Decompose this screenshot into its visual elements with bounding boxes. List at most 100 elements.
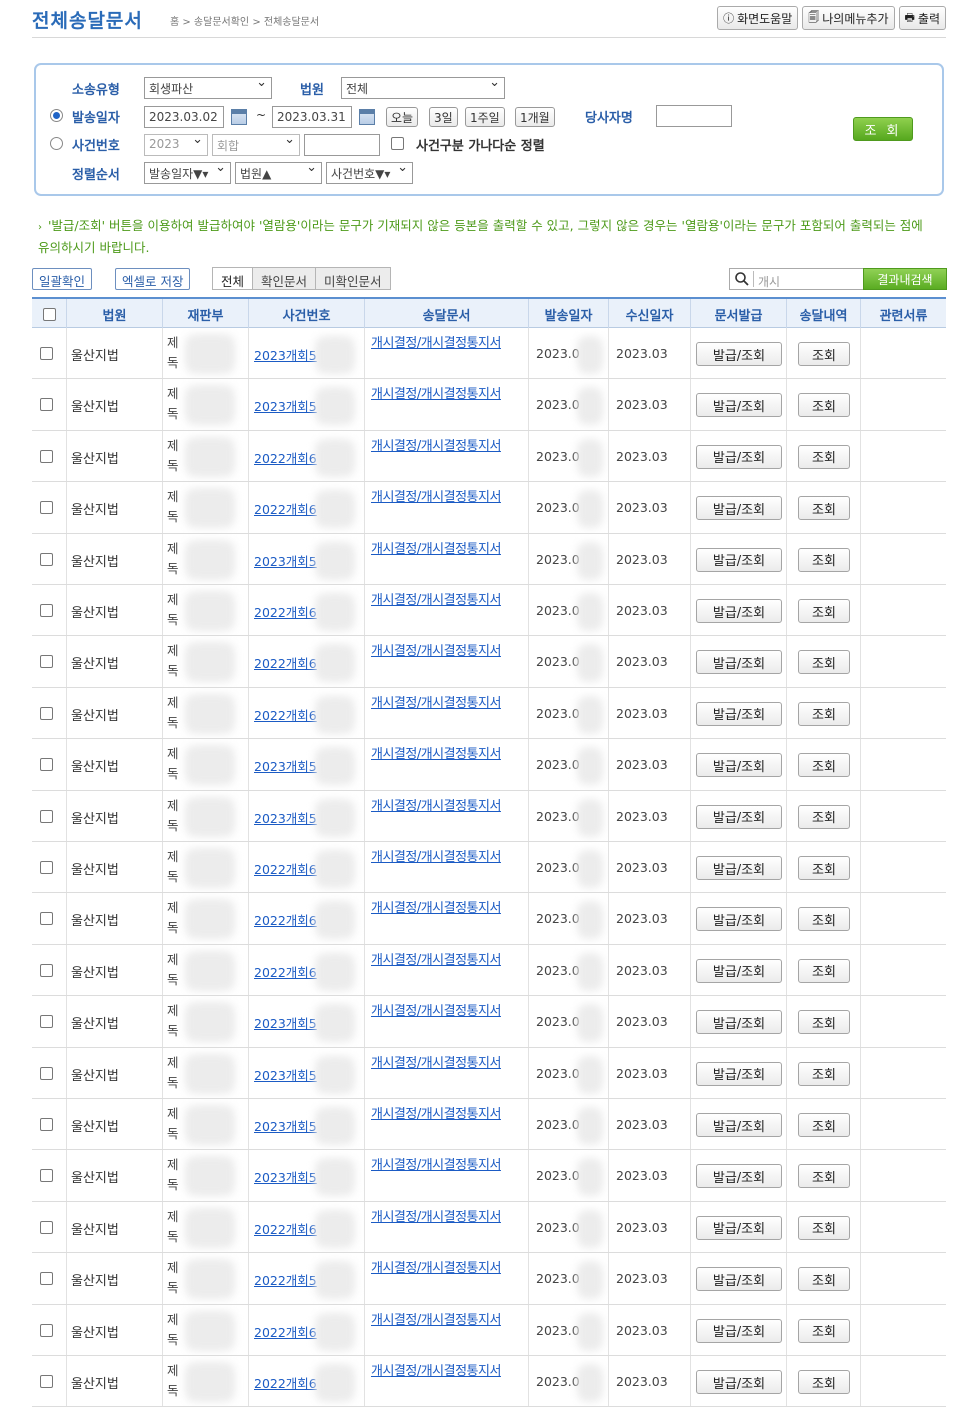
case-number-link[interactable]: 2022개회5 [254, 1270, 317, 1289]
quick-today-button[interactable]: 오늘 [386, 107, 419, 127]
tab-all[interactable]: 전체 [213, 268, 253, 289]
result-filter-input[interactable]: 개시 [729, 268, 864, 290]
issue-view-button[interactable]: 발급/조회 [696, 393, 782, 418]
history-view-button[interactable]: 조회 [798, 804, 850, 829]
document-link[interactable]: 개시결정/개시결정통지서 [371, 951, 523, 971]
issue-view-button[interactable]: 발급/조회 [696, 1318, 782, 1343]
row-checkbox[interactable] [40, 604, 53, 617]
history-view-button[interactable]: 조회 [798, 547, 850, 572]
document-link[interactable]: 개시결정/개시결정통지서 [371, 437, 523, 457]
case-number-link[interactable]: 2022개회6 [254, 859, 317, 878]
row-checkbox[interactable] [40, 347, 53, 360]
history-view-button[interactable]: 조회 [798, 1061, 850, 1086]
document-link[interactable]: 개시결정/개시결정통지서 [371, 1054, 523, 1074]
history-view-button[interactable]: 조회 [798, 650, 850, 675]
history-view-button[interactable]: 조회 [798, 1215, 850, 1240]
document-link[interactable]: 개시결정/개시결정통지서 [371, 385, 523, 405]
case-number-link[interactable]: 2022개회6 [254, 1219, 317, 1238]
issue-view-button[interactable]: 발급/조회 [696, 1113, 782, 1137]
issue-view-button[interactable]: 발급/조회 [696, 804, 782, 829]
case-number-link[interactable]: 2023개회5 [254, 1116, 317, 1135]
case-number-link[interactable]: 2023개회5 [254, 1013, 317, 1032]
row-checkbox[interactable] [40, 1169, 53, 1183]
sort-order-3-select[interactable]: 사건번호▼▾ [326, 162, 413, 184]
issue-view-button[interactable]: 발급/조회 [696, 547, 782, 572]
document-link[interactable]: 개시결정/개시결정통지서 [371, 899, 523, 919]
court-select[interactable]: 전체 [341, 77, 505, 99]
col-case-number[interactable]: 사건번호 [248, 299, 364, 329]
case-number-link[interactable]: 2022개회6 [254, 653, 317, 672]
issue-view-button[interactable]: 발급/조회 [696, 650, 782, 675]
issue-view-button[interactable]: 발급/조회 [696, 1215, 782, 1240]
sort-order-2-select[interactable]: 법원▲ [235, 162, 322, 184]
history-view-button[interactable]: 조회 [798, 1113, 850, 1137]
case-number-link[interactable]: 2022개회6 [254, 1322, 317, 1341]
history-view-button[interactable]: 조회 [798, 1267, 850, 1292]
col-department[interactable]: 재판부 [162, 299, 248, 329]
case-year-select[interactable]: 2023 [144, 134, 208, 156]
issue-view-button[interactable]: 발급/조회 [696, 1010, 782, 1035]
issue-view-button[interactable]: 발급/조회 [696, 907, 782, 932]
history-view-button[interactable]: 조회 [798, 856, 850, 880]
case-number-link[interactable]: 2023개회5 [254, 551, 317, 570]
case-number-link[interactable]: 2023개회5 [254, 396, 317, 415]
history-view-button[interactable]: 조회 [798, 444, 850, 469]
tab-confirmed[interactable]: 확인문서 [252, 268, 316, 289]
issue-view-button[interactable]: 발급/조회 [696, 1164, 782, 1189]
col-document[interactable]: 송달문서 [364, 299, 528, 329]
history-view-button[interactable]: 조회 [798, 753, 850, 778]
quick-1week-button[interactable]: 1주일 [465, 107, 505, 127]
issue-view-button[interactable]: 발급/조회 [696, 342, 782, 366]
history-view-button[interactable]: 조회 [798, 1318, 850, 1343]
issue-view-button[interactable]: 발급/조회 [696, 444, 782, 469]
row-checkbox[interactable] [40, 1066, 53, 1080]
case-number-link[interactable]: 2022개회6 [254, 1373, 317, 1392]
print-button[interactable]: 🖶 출력 [898, 6, 946, 30]
issue-view-button[interactable]: 발급/조회 [696, 1061, 782, 1086]
col-send-date[interactable]: 발송일자 [528, 299, 608, 329]
case-kind-select[interactable]: 회합 [212, 134, 300, 156]
sort-by-case-checkbox[interactable] [391, 137, 404, 150]
issue-view-button[interactable]: 발급/조회 [696, 496, 782, 521]
quick-3days-button[interactable]: 3일 [429, 107, 458, 127]
issue-view-button[interactable]: 발급/조회 [696, 958, 782, 983]
tab-unconfirmed[interactable]: 미확인문서 [315, 268, 390, 289]
help-button[interactable]: ⓘ 화면도움말 [717, 6, 799, 30]
document-link[interactable]: 개시결정/개시결정통지서 [371, 591, 523, 611]
row-checkbox[interactable] [40, 706, 53, 720]
row-checkbox[interactable] [40, 1323, 53, 1337]
select-all-checkbox[interactable] [42, 307, 56, 321]
row-checkbox[interactable] [40, 758, 53, 772]
case-number-link[interactable]: 2023개회5 [254, 1167, 317, 1186]
issue-view-button[interactable]: 발급/조회 [696, 1267, 782, 1292]
history-view-button[interactable]: 조회 [798, 907, 850, 932]
document-link[interactable]: 개시결정/개시결정통지서 [371, 1002, 523, 1022]
case-number-link[interactable]: 2023개회5 [254, 808, 317, 827]
row-checkbox[interactable] [40, 963, 53, 977]
issue-view-button[interactable]: 발급/조회 [696, 701, 782, 726]
case-number-radio[interactable] [50, 137, 63, 150]
history-view-button[interactable]: 조회 [798, 701, 850, 726]
document-link[interactable]: 개시결정/개시결정통지서 [371, 1105, 523, 1125]
document-link[interactable]: 개시결정/개시결정통지서 [371, 642, 523, 662]
search-button[interactable]: 조 회 [853, 117, 913, 141]
case-number-link[interactable]: 2022개회6 [254, 705, 317, 724]
row-checkbox[interactable] [40, 1220, 53, 1234]
row-checkbox[interactable] [40, 809, 53, 823]
document-link[interactable]: 개시결정/개시결정통지서 [371, 1259, 523, 1279]
history-view-button[interactable]: 조회 [798, 599, 850, 623]
bulk-confirm-button[interactable]: 일괄확인 [32, 268, 93, 290]
row-checkbox[interactable] [40, 1272, 53, 1286]
col-receive-date[interactable]: 수신일자 [608, 299, 690, 329]
row-checkbox[interactable] [40, 449, 53, 463]
case-number-link[interactable]: 2022개회6 [254, 962, 317, 981]
refine-search-button[interactable]: 결과내검색 [863, 268, 947, 290]
document-link[interactable]: 개시결정/개시결정통지서 [371, 1311, 523, 1331]
document-link[interactable]: 개시결정/개시결정통지서 [371, 540, 523, 560]
row-checkbox[interactable] [40, 1015, 53, 1029]
history-view-button[interactable]: 조회 [798, 496, 850, 521]
history-view-button[interactable]: 조회 [798, 1370, 850, 1394]
document-link[interactable]: 개시결정/개시결정통지서 [371, 1156, 523, 1176]
calendar-icon[interactable] [231, 109, 247, 125]
add-my-menu-button[interactable]: 🗐 나의메뉴추가 [802, 6, 895, 30]
